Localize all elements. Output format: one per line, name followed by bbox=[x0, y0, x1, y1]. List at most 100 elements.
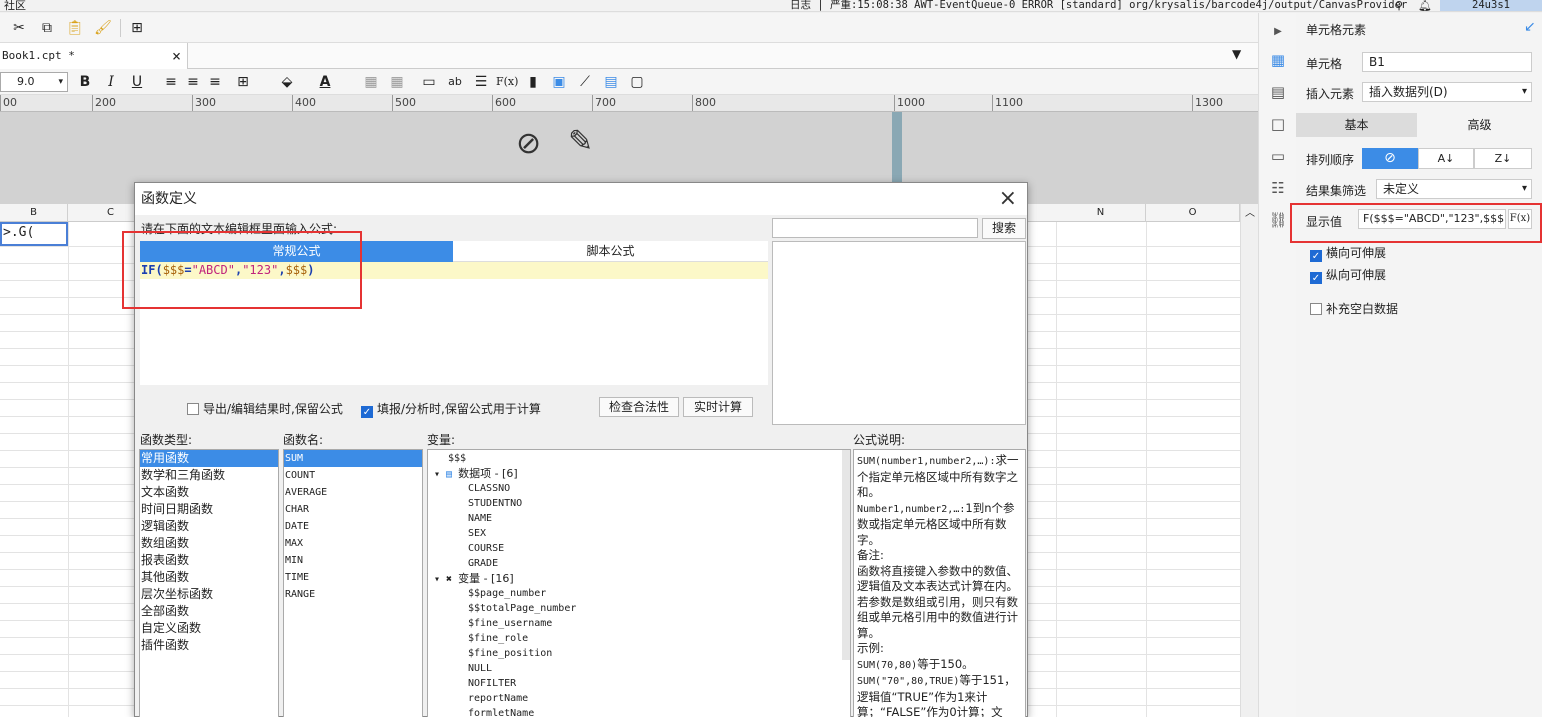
tab-advanced[interactable]: 高级 bbox=[1417, 113, 1542, 137]
list-item[interactable]: TIME bbox=[284, 569, 422, 586]
align-center-icon[interactable]: ≡ bbox=[182, 71, 204, 93]
chart-icon[interactable]: ▮ bbox=[522, 71, 544, 93]
tree-root[interactable]: $$$ bbox=[428, 451, 850, 466]
sort-ascending-icon[interactable]: A↓ bbox=[1418, 148, 1474, 169]
paragraph-icon[interactable]: ☰ bbox=[470, 71, 492, 93]
list-item[interactable]: 其他函数 bbox=[140, 569, 278, 586]
user-badge[interactable]: 24u3s1 bbox=[1440, 0, 1542, 11]
pencil-icon[interactable]: ✎ bbox=[568, 124, 593, 159]
preview-icon[interactable]: ⊞ bbox=[126, 17, 148, 39]
text-button[interactable]: ab bbox=[444, 71, 466, 93]
tree-item[interactable]: $fine_position bbox=[428, 646, 850, 661]
border-icon[interactable]: ⊞ bbox=[232, 71, 254, 93]
list-item[interactable]: COUNT bbox=[284, 467, 422, 484]
search-result-box[interactable] bbox=[772, 241, 1026, 425]
bell-icon[interactable]: 🔔︎ bbox=[1418, 0, 1432, 11]
condition-attributes-icon[interactable]: ☷ bbox=[1267, 177, 1289, 199]
font-color-icon[interactable]: A bbox=[314, 71, 336, 93]
cell-name-field[interactable]: B1 bbox=[1362, 52, 1532, 72]
hide-eye-icon[interactable]: ⊘ bbox=[516, 126, 541, 161]
insert-element-select[interactable]: 插入数据列(D) ▾ bbox=[1362, 82, 1532, 102]
search-input[interactable] bbox=[772, 218, 978, 238]
list-item[interactable]: MIN bbox=[284, 552, 422, 569]
underline-button[interactable]: U bbox=[126, 71, 148, 93]
tab-book1[interactable]: Book1.cpt * × bbox=[0, 43, 188, 69]
tree-item[interactable]: NOFILTER bbox=[428, 676, 850, 691]
insert-row-icon[interactable]: ▭ bbox=[418, 71, 440, 93]
list-item[interactable]: 常用函数 bbox=[140, 450, 278, 467]
search-icon[interactable]: ⚲ bbox=[1395, 0, 1403, 11]
tree-item[interactable]: STUDENTNO bbox=[428, 496, 850, 511]
list-item[interactable]: 报表函数 bbox=[140, 552, 278, 569]
function-names-list[interactable]: SUM COUNT AVERAGE CHAR DATE MAX MIN TIME… bbox=[283, 449, 423, 717]
list-item[interactable]: MAX bbox=[284, 535, 422, 552]
cell-b1[interactable]: >.G( bbox=[0, 222, 68, 246]
cell-style-icon[interactable]: □ bbox=[1267, 113, 1289, 135]
tree-item[interactable]: NULL bbox=[428, 661, 850, 676]
align-right-icon[interactable]: ≡ bbox=[204, 71, 226, 93]
community-link[interactable]: 社区 bbox=[4, 0, 26, 11]
horizontal-expand-checkbox[interactable]: ✓ 横向可伸展 bbox=[1310, 244, 1386, 262]
font-size-select[interactable]: 9.0 ▾ bbox=[0, 72, 68, 92]
tree-group-data-items[interactable]: ▾ ▤ 数据项 - [6] bbox=[428, 466, 850, 481]
merge-icon[interactable]: ▦ bbox=[360, 71, 382, 93]
check-validity-button[interactable]: 检查合法性 bbox=[599, 397, 679, 417]
formula-button[interactable]: F(x) bbox=[496, 71, 518, 93]
list-item[interactable]: SUM bbox=[284, 450, 422, 467]
export-keep-formula-checkbox[interactable]: 导出/编辑结果时,保留公式 bbox=[187, 400, 343, 417]
column-header-n[interactable]: N bbox=[1056, 204, 1146, 222]
bold-button[interactable]: B bbox=[74, 71, 96, 93]
list-item[interactable]: 层次坐标函数 bbox=[140, 586, 278, 603]
list-item[interactable]: AVERAGE bbox=[284, 484, 422, 501]
tree-item[interactable]: reportName bbox=[428, 691, 850, 706]
no-sort-icon[interactable]: ⊘ bbox=[1362, 148, 1418, 169]
tree-item[interactable]: $fine_role bbox=[428, 631, 850, 646]
fill-color-icon[interactable]: ⬙ bbox=[276, 71, 298, 93]
hyperlink-icon[interactable]: ⛓ bbox=[1267, 209, 1289, 231]
realtime-calc-button[interactable]: 实时计算 bbox=[683, 397, 753, 417]
collapse-arrow-icon[interactable]: ▶ bbox=[1267, 21, 1289, 43]
align-left-icon[interactable]: ≡ bbox=[160, 71, 182, 93]
list-item[interactable]: DATE bbox=[284, 518, 422, 535]
unmerge-icon[interactable]: ▦ bbox=[386, 71, 408, 93]
copy-icon[interactable]: ⧉ bbox=[36, 17, 58, 39]
cell-element-icon[interactable]: ▦ bbox=[1267, 49, 1289, 71]
italic-button[interactable]: I bbox=[100, 71, 122, 93]
tree-item[interactable]: $fine_username bbox=[428, 616, 850, 631]
result-filter-select[interactable]: 未定义 ▾ bbox=[1376, 179, 1532, 199]
close-icon[interactable]: × bbox=[999, 183, 1017, 215]
search-button[interactable]: 搜索 bbox=[982, 218, 1026, 239]
list-item[interactable]: 插件函数 bbox=[140, 637, 278, 654]
tree-item[interactable]: formletName bbox=[428, 706, 850, 717]
fill-keep-formula-checkbox[interactable]: ✓ 填报/分析时,保留公式用于计算 bbox=[361, 400, 541, 418]
list-item[interactable]: CHAR bbox=[284, 501, 422, 518]
close-tab-icon[interactable]: × bbox=[172, 43, 181, 69]
tab-menu-icon[interactable]: ▼ bbox=[1232, 47, 1241, 61]
function-types-list[interactable]: 常用函数 数学和三角函数 文本函数 时间日期函数 逻辑函数 数组函数 报表函数 … bbox=[139, 449, 279, 717]
tab-basic[interactable]: 基本 bbox=[1296, 113, 1417, 137]
paste-icon[interactable]: 📋︎ bbox=[64, 17, 86, 39]
widget-settings-icon[interactable]: ▭ bbox=[1267, 145, 1289, 167]
tree-item[interactable]: $$totalPage_number bbox=[428, 601, 850, 616]
tree-scrollbar[interactable] bbox=[842, 450, 850, 660]
tab-script-formula[interactable]: 脚本公式 bbox=[453, 241, 768, 262]
image-icon[interactable]: ▣ bbox=[548, 71, 570, 93]
tree-item[interactable]: COURSE bbox=[428, 541, 850, 556]
scroll-up-icon[interactable]: ︿ bbox=[1245, 204, 1255, 219]
tree-item[interactable]: NAME bbox=[428, 511, 850, 526]
tree-item[interactable]: SEX bbox=[428, 526, 850, 541]
list-item[interactable]: RANGE bbox=[284, 586, 422, 603]
list-item[interactable]: 时间日期函数 bbox=[140, 501, 278, 518]
tree-group-variables[interactable]: ▾ ✖ 变量 - [16] bbox=[428, 571, 850, 586]
list-item[interactable]: 自定义函数 bbox=[140, 620, 278, 637]
list-item[interactable]: 数学和三角函数 bbox=[140, 467, 278, 484]
cell-attributes-icon[interactable]: ▤ bbox=[1267, 81, 1289, 103]
fill-blank-checkbox[interactable]: 补充空白数据 bbox=[1310, 300, 1398, 317]
format-painter-icon[interactable]: 🖌︎ bbox=[92, 17, 114, 39]
vertical-expand-checkbox[interactable]: ✓ 纵向可伸展 bbox=[1310, 266, 1386, 284]
subreport-icon[interactable]: ▤ bbox=[600, 71, 622, 93]
list-item[interactable]: 文本函数 bbox=[140, 484, 278, 501]
slash-icon[interactable]: ⟋ bbox=[574, 71, 596, 93]
variables-tree[interactable]: $$$ ▾ ▤ 数据项 - [6] CLASSNO STUDENTNO NAME… bbox=[427, 449, 851, 717]
tree-item[interactable]: CLASSNO bbox=[428, 481, 850, 496]
